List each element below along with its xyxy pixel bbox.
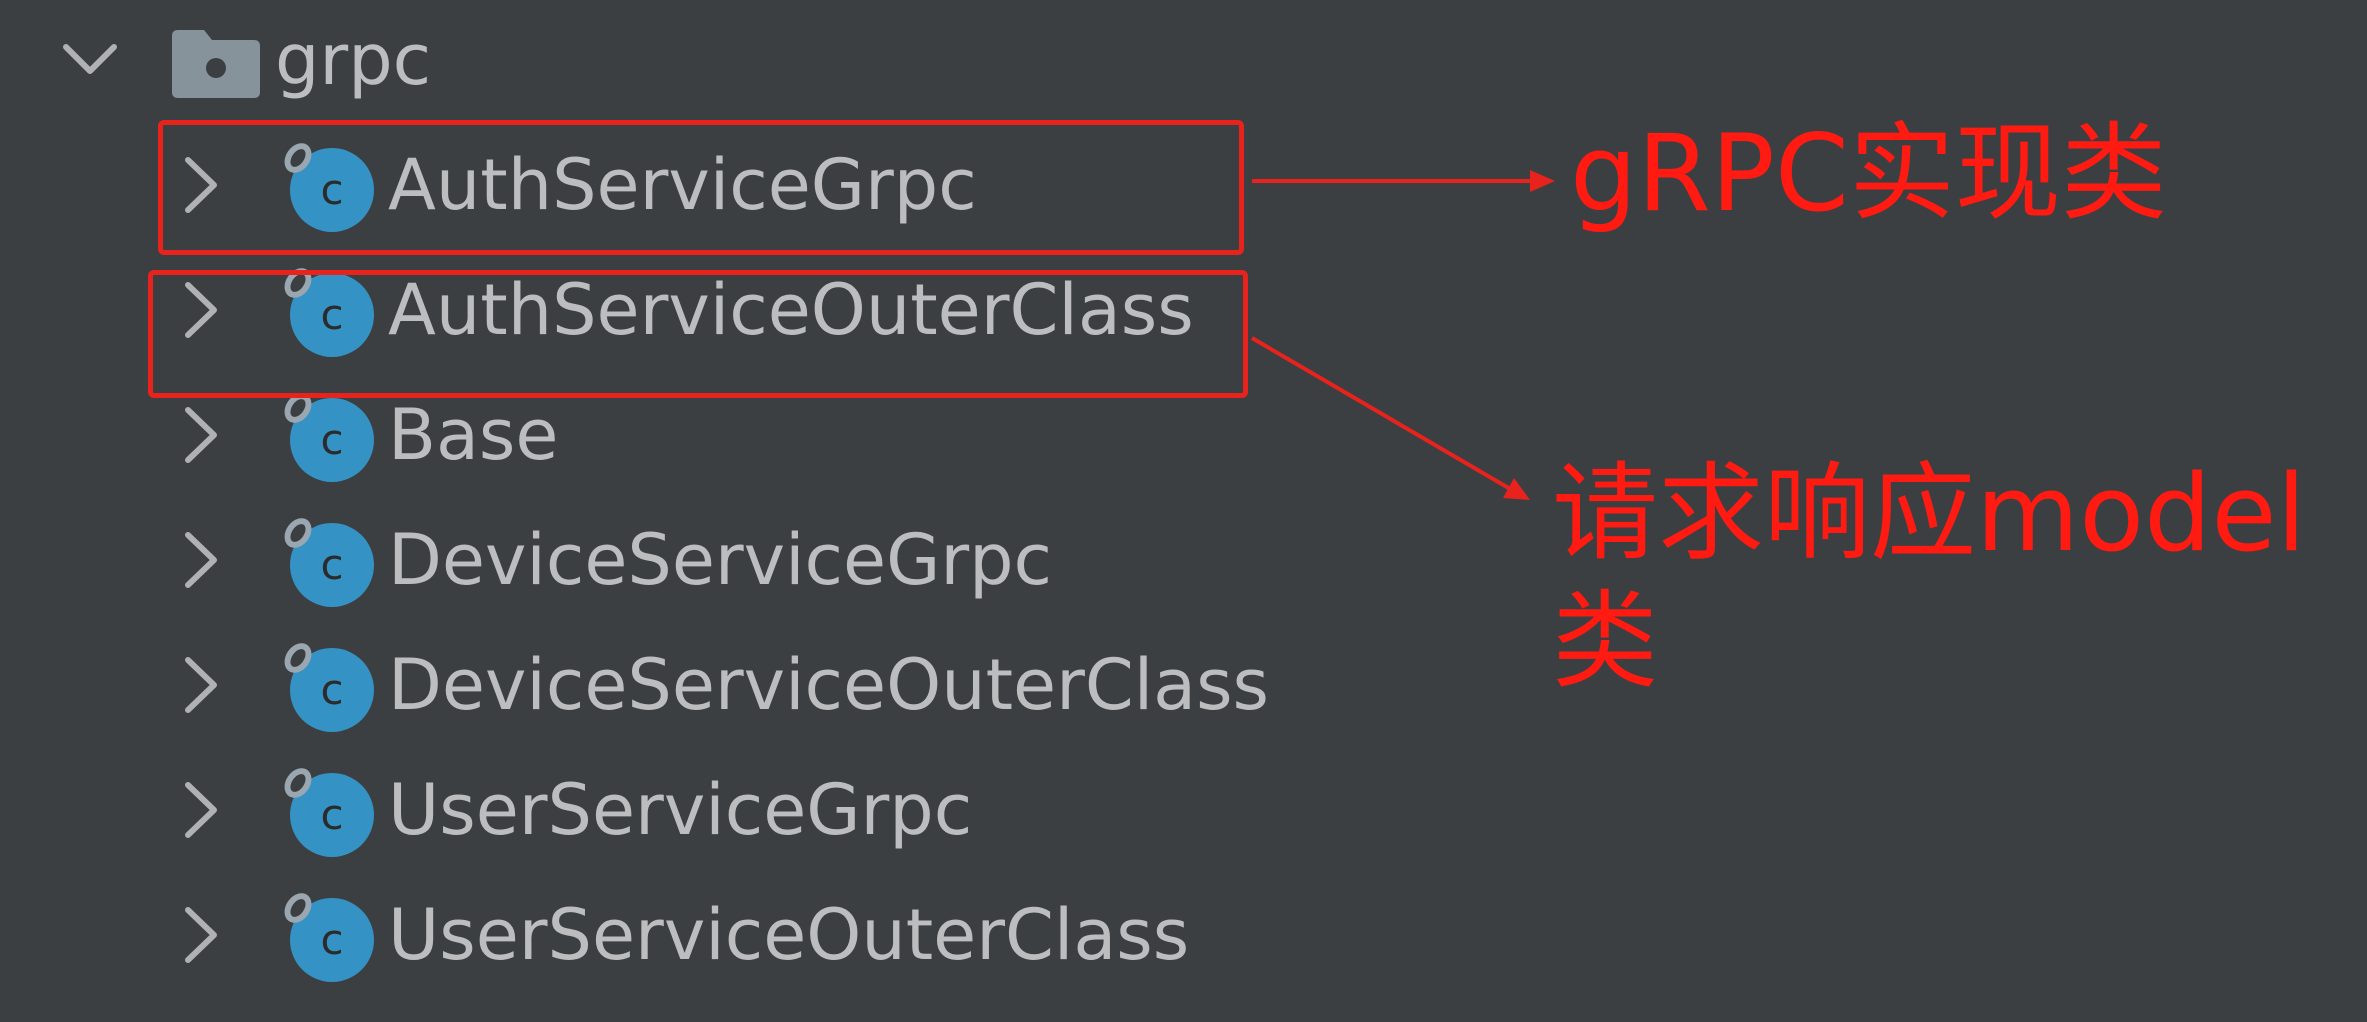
annotation-model-note-line1: 请求响应model	[1552, 452, 2307, 575]
annotation-model-note-line2: 类	[1552, 580, 1658, 703]
annotation-grpc-impl-note: gRPC实现类	[1570, 112, 2167, 235]
project-tree-panel: grpc c AuthServiceGrpc c AuthServiceOute…	[0, 0, 2367, 1022]
arrow-head-grpc-impl	[1530, 170, 1555, 192]
arrow-line-model	[1250, 336, 1514, 492]
